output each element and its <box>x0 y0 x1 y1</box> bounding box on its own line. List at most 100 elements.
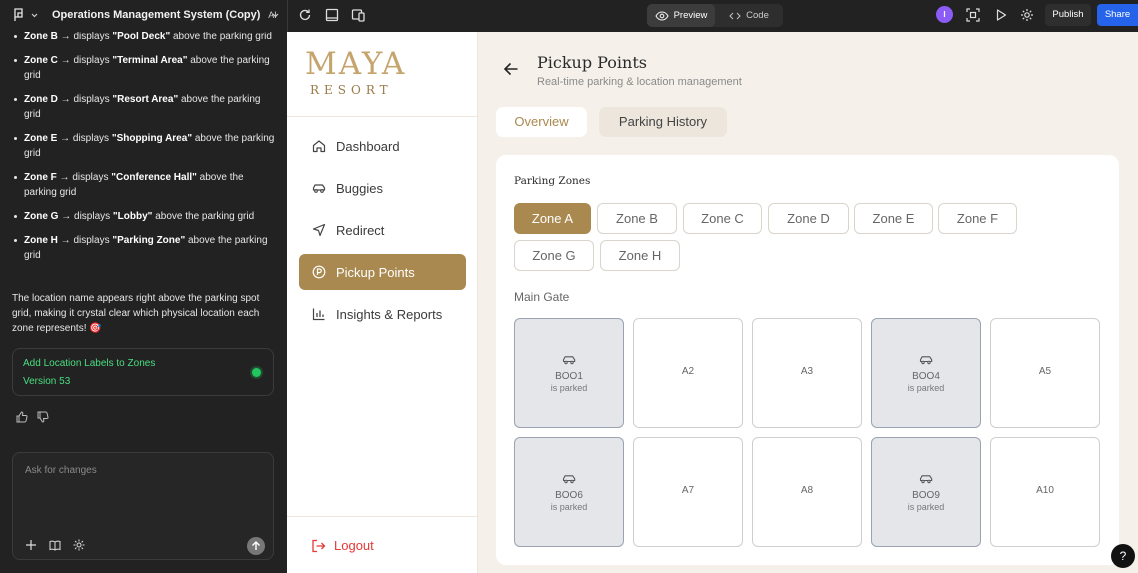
nav-label: Pickup Points <box>336 264 415 280</box>
nav-item-pickup-points[interactable]: Pickup Points <box>299 254 466 290</box>
zone-label-list: Zone B → displays "Pool Deck" above the … <box>12 32 276 272</box>
project-name: Operations Management System (Copy) <box>52 9 261 21</box>
zone-button-e[interactable]: Zone E <box>854 203 933 234</box>
status-dot <box>252 368 261 377</box>
send-button[interactable] <box>247 537 265 555</box>
plus-icon[interactable] <box>25 539 37 551</box>
zone-button-h[interactable]: Zone H <box>600 240 680 271</box>
brand-logo: MAYA RESORT <box>287 32 478 117</box>
zone-button-a[interactable]: Zone A <box>514 203 591 234</box>
app-preview: MAYA RESORT Dashboard Buggies Redirect P… <box>287 32 1138 573</box>
book-icon[interactable] <box>49 539 61 551</box>
play-icon[interactable] <box>994 8 1008 22</box>
parking-panel: Parking Zones Zone A Zone B Zone C Zone … <box>496 155 1119 565</box>
main-content: Pickup Points Real-time parking & locati… <box>478 32 1138 573</box>
logout-icon <box>311 539 326 553</box>
arrow-up-icon <box>252 541 260 550</box>
parking-spot-a1[interactable]: BOO1 is parked <box>514 318 624 428</box>
zone-button-c[interactable]: Zone C <box>683 203 762 234</box>
zone-button-f[interactable]: Zone F <box>938 203 1017 234</box>
car-icon <box>312 181 326 195</box>
feedback-buttons <box>16 411 49 423</box>
parking-spot-a4[interactable]: BOO4 is parked <box>871 318 981 428</box>
list-item: Zone G → displays "Lobby" above the park… <box>12 209 276 224</box>
user-avatar[interactable]: I <box>936 6 953 23</box>
car-icon <box>872 473 980 485</box>
nav-item-insights-reports[interactable]: Insights & Reports <box>299 296 466 332</box>
parking-zones-heading: Parking Zones <box>514 175 591 187</box>
page-title: Pickup Points <box>537 53 647 72</box>
page-subtitle: Real-time parking & location management <box>537 76 742 88</box>
nav-label: Redirect <box>336 222 385 238</box>
chat-paragraph: The location name appears right above th… <box>12 293 260 334</box>
logout-section: Logout <box>287 516 478 573</box>
back-arrow-icon[interactable] <box>503 62 519 76</box>
spot-id: A7 <box>681 485 695 496</box>
zone-button-b[interactable]: Zone B <box>597 203 677 234</box>
zone-button-d[interactable]: Zone D <box>768 203 849 234</box>
parked-status: is parked <box>907 502 945 512</box>
parking-spot-a6[interactable]: BOO6 is parked <box>514 437 624 547</box>
nav-item-buggies[interactable]: Buggies <box>299 170 466 206</box>
zone-button-g[interactable]: Zone G <box>514 240 594 271</box>
car-icon <box>515 473 623 485</box>
tab-overview[interactable]: Overview <box>496 107 587 137</box>
parking-spot-a2[interactable]: A2 <box>633 318 743 428</box>
panel-layout-icon[interactable] <box>325 8 339 22</box>
spot-id: A10 <box>1036 485 1054 496</box>
ai-button[interactable]: AI <box>263 7 282 24</box>
version-card-version: Version 53 <box>23 376 71 387</box>
car-icon <box>872 354 980 366</box>
home-icon <box>312 139 326 153</box>
refresh-icon[interactable] <box>298 8 312 22</box>
thumbs-up-icon[interactable] <box>16 411 28 423</box>
parking-icon <box>312 265 326 279</box>
location-name: Main Gate <box>514 290 570 304</box>
parking-spot-a8[interactable]: A8 <box>752 437 862 547</box>
parking-spot-a7[interactable]: A7 <box>633 437 743 547</box>
list-item: Zone C → displays "Terminal Area" above … <box>12 53 276 83</box>
chat-tools <box>25 539 85 551</box>
tab-parking-history[interactable]: Parking History <box>599 107 727 137</box>
logout-button[interactable]: Logout <box>311 538 374 553</box>
thumbs-down-icon[interactable] <box>37 411 49 423</box>
nav-label: Insights & Reports <box>336 306 443 322</box>
list-item: Zone B → displays "Pool Deck" above the … <box>12 32 276 44</box>
version-card[interactable]: Add Location Labels to Zones Version 53 <box>12 348 274 396</box>
logo-text: MAYA <box>305 46 407 82</box>
preview-tab[interactable]: Preview <box>647 4 715 27</box>
spot-id: A8 <box>800 485 814 496</box>
car-icon <box>515 354 623 366</box>
chat-input-box[interactable]: Ask for changes <box>12 452 274 560</box>
version-card-title: Add Location Labels to Zones <box>23 358 156 369</box>
parking-spot-a3[interactable]: A3 <box>752 318 862 428</box>
parked-status: is parked <box>907 383 945 393</box>
responsive-view-icon[interactable] <box>351 8 365 22</box>
parked-status: is parked <box>550 502 588 512</box>
chevron-down-icon <box>31 13 38 18</box>
settings-icon[interactable] <box>1020 8 1034 22</box>
logout-label: Logout <box>334 538 374 553</box>
project-menu[interactable]: Operations Management System (Copy) <box>13 8 279 22</box>
nav-item-redirect[interactable]: Redirect <box>299 212 466 248</box>
spot-id: A3 <box>800 366 814 377</box>
parking-spot-a9[interactable]: BOO9 is parked <box>871 437 981 547</box>
chat-input-placeholder: Ask for changes <box>25 465 97 476</box>
nav-item-dashboard[interactable]: Dashboard <box>299 128 466 164</box>
buggy-id: BOO9 <box>912 490 940 501</box>
help-button[interactable]: ? <box>1111 544 1135 568</box>
list-item: Zone H → displays "Parking Zone" above t… <box>12 233 276 263</box>
share-button[interactable]: Share <box>1097 4 1138 26</box>
list-item: Zone F → displays "Conference Hall" abov… <box>12 170 276 200</box>
select-element-icon[interactable] <box>966 8 980 22</box>
sparkle-icon[interactable] <box>73 539 85 551</box>
sidebar: MAYA RESORT Dashboard Buggies Redirect P… <box>287 32 478 573</box>
spot-id: A2 <box>681 366 695 377</box>
parking-spot-a10[interactable]: A10 <box>990 437 1100 547</box>
parking-spot-a5[interactable]: A5 <box>990 318 1100 428</box>
code-tab[interactable]: Code <box>715 4 783 27</box>
publish-button[interactable]: Publish <box>1045 4 1091 26</box>
chat-panel: Zone B → displays "Pool Deck" above the … <box>0 32 287 573</box>
list-item: Zone D → displays "Resort Area" above th… <box>12 92 276 122</box>
buggy-id: BOO1 <box>555 371 583 382</box>
